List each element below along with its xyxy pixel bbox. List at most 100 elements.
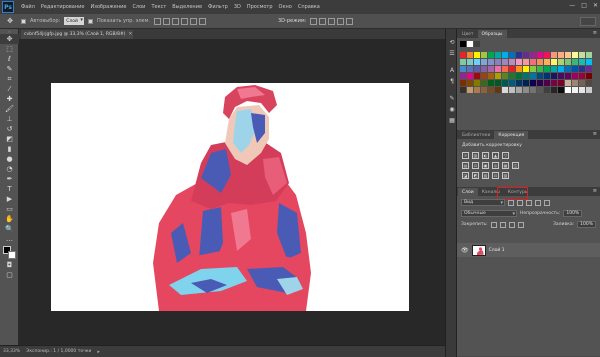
swatch[interactable] [537,59,543,65]
swatch[interactable] [488,52,494,58]
adjustment-icon[interactable]: ▦ [502,162,509,169]
swatch[interactable] [516,73,522,79]
swatch[interactable] [467,87,473,93]
swatch[interactable] [467,66,473,72]
panel-menu-icon[interactable]: ≡ [593,188,597,194]
swatch[interactable] [495,73,501,79]
healing-brush-tool-icon[interactable]: ✚ [0,94,19,104]
swatch[interactable] [544,73,550,79]
lock-position-icon[interactable] [508,221,515,228]
path-select-tool-icon[interactable]: ▶ [0,194,19,204]
swatch[interactable] [495,52,501,58]
quick-mask-icon[interactable]: ◘ [0,260,19,270]
swatch[interactable] [467,52,473,58]
swatch[interactable] [558,73,564,79]
swatch[interactable] [530,80,536,86]
swatch[interactable] [572,73,578,79]
tab-libraries[interactable]: Библиотеки [458,131,494,139]
opacity-field[interactable]: 100% [563,210,583,217]
swatch[interactable] [509,59,515,65]
swatch[interactable] [551,73,557,79]
align-middle-icon[interactable] [162,17,170,25]
adjustment-icon[interactable]: ◫ [512,162,519,169]
lock-pixels-icon[interactable] [490,221,497,228]
swatch[interactable] [502,66,508,72]
adjustment-icon[interactable]: ▽ [502,152,509,159]
swatch[interactable] [523,73,529,79]
eyedropper-tool-icon[interactable]: ⁄ [0,84,19,94]
swatch[interactable] [551,59,557,65]
slide-3d-icon[interactable] [337,17,345,25]
menu-file[interactable]: Файл [18,4,38,10]
swatch[interactable] [488,80,494,86]
swatch[interactable] [460,59,466,65]
orbit-3d-icon[interactable] [310,17,318,25]
swatch[interactable] [495,87,501,93]
swatch[interactable] [565,73,571,79]
swatch[interactable] [565,87,571,93]
menu-layers[interactable]: Слои [129,4,148,10]
layer-name[interactable]: Слой 1 [489,248,505,253]
swatch[interactable] [572,87,578,93]
eye-icon[interactable]: 👁 [461,247,469,254]
crop-tool-icon[interactable]: ⌗ [0,74,19,84]
autoselect-dropdown[interactable]: Слой [64,17,84,25]
adjustment-icon[interactable]: ▲ [492,152,499,159]
swatch[interactable] [481,66,487,72]
filter-smart-icon[interactable] [544,199,550,206]
swatch[interactable] [467,41,473,47]
adjustment-icon[interactable]: ⊡ [492,172,499,179]
menu-edit[interactable]: Редактирование [38,4,88,10]
align-center-icon[interactable] [189,17,197,25]
adjustment-icon[interactable]: ◩ [472,172,479,179]
shape-tool-icon[interactable]: ▭ [0,204,19,214]
swatch[interactable] [502,87,508,93]
tab-adjustments[interactable]: Коррекция [494,131,529,139]
filter-pixel-icon[interactable] [508,199,514,206]
swatch[interactable] [551,87,557,93]
swatch[interactable] [558,87,564,93]
swatch[interactable] [544,52,550,58]
brush-tool-icon[interactable]: 🖌 [0,104,19,114]
adjustment-icon[interactable]: ▤ [462,162,469,169]
swatch[interactable] [579,52,585,58]
swatch[interactable] [579,59,585,65]
menu-help[interactable]: Справка [295,4,323,10]
menu-view[interactable]: Просмотр [244,4,276,10]
quick-select-tool-icon[interactable]: ✎ [0,64,19,74]
close-icon[interactable]: ✕ [593,2,598,9]
type-tool-icon[interactable]: T [0,184,19,194]
swatch[interactable] [544,66,550,72]
filter-shape-icon[interactable] [535,199,541,206]
adjustment-icon[interactable]: ▨ [482,172,489,179]
adjustment-icon[interactable]: ☼ [462,152,469,159]
dodge-tool-icon[interactable]: ◔ [0,164,19,174]
swatch[interactable] [516,87,522,93]
swatch[interactable] [551,52,557,58]
swatch[interactable] [495,66,501,72]
swatch[interactable] [474,41,480,47]
menu-3d[interactable]: 3D [231,4,244,10]
canvas-area[interactable] [19,39,445,345]
swatch[interactable] [530,87,536,93]
swatch[interactable] [495,59,501,65]
swatch[interactable] [460,80,466,86]
background-color[interactable] [8,251,16,259]
menu-select[interactable]: Выделение [169,4,205,10]
swatch[interactable] [488,73,494,79]
document-canvas[interactable] [51,83,409,311]
swatch[interactable] [586,66,592,72]
swatch[interactable] [481,59,487,65]
swatch[interactable] [579,87,585,93]
swatch[interactable] [460,52,466,58]
status-menu-icon[interactable]: ▸ [97,349,100,355]
roll-3d-icon[interactable] [319,17,327,25]
swatch[interactable] [467,73,473,79]
menu-filter[interactable]: Фильтр [205,4,231,10]
swatch[interactable] [460,73,466,79]
swatch[interactable] [551,80,557,86]
fill-field[interactable]: 100% [577,221,596,228]
swatch[interactable] [481,73,487,79]
tab-close-icon[interactable]: ✕ [129,32,133,37]
scale-3d-icon[interactable] [346,17,354,25]
